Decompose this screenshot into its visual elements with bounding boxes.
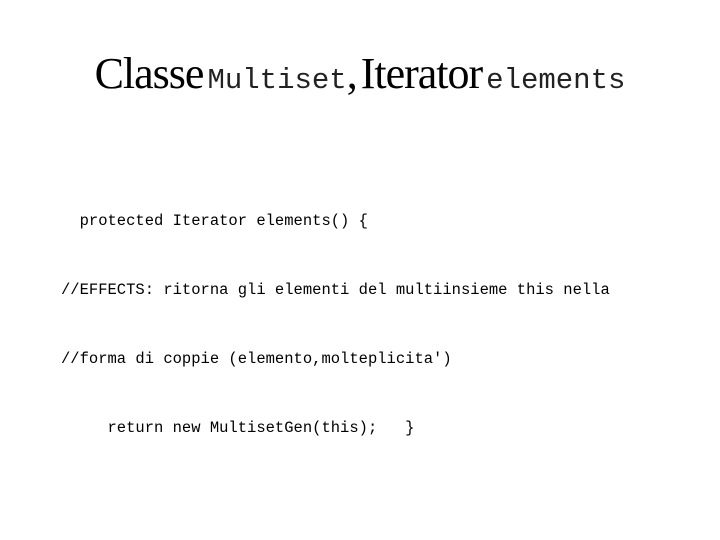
title-iterator: Iterator [360,49,483,98]
code-line-return: return new MultisetGen(this); } [61,419,415,437]
title-multiset: Multiset [207,64,347,97]
title-classe: Classe [94,49,205,98]
code-block: protected Iterator elements() { //EFFECT… [61,164,610,463]
title-comma: , [346,49,358,98]
title-elements: elements [486,64,626,97]
code-line-form-comment: //forma di coppie (elemento,molteplicita… [61,350,452,368]
slide-title: Classe Multiset, Iterator elements [0,48,720,110]
code-line-signature: protected Iterator elements() { [61,212,368,230]
code-line-effects-comment: //EFFECTS: ritorna gli elementi del mult… [61,281,610,299]
